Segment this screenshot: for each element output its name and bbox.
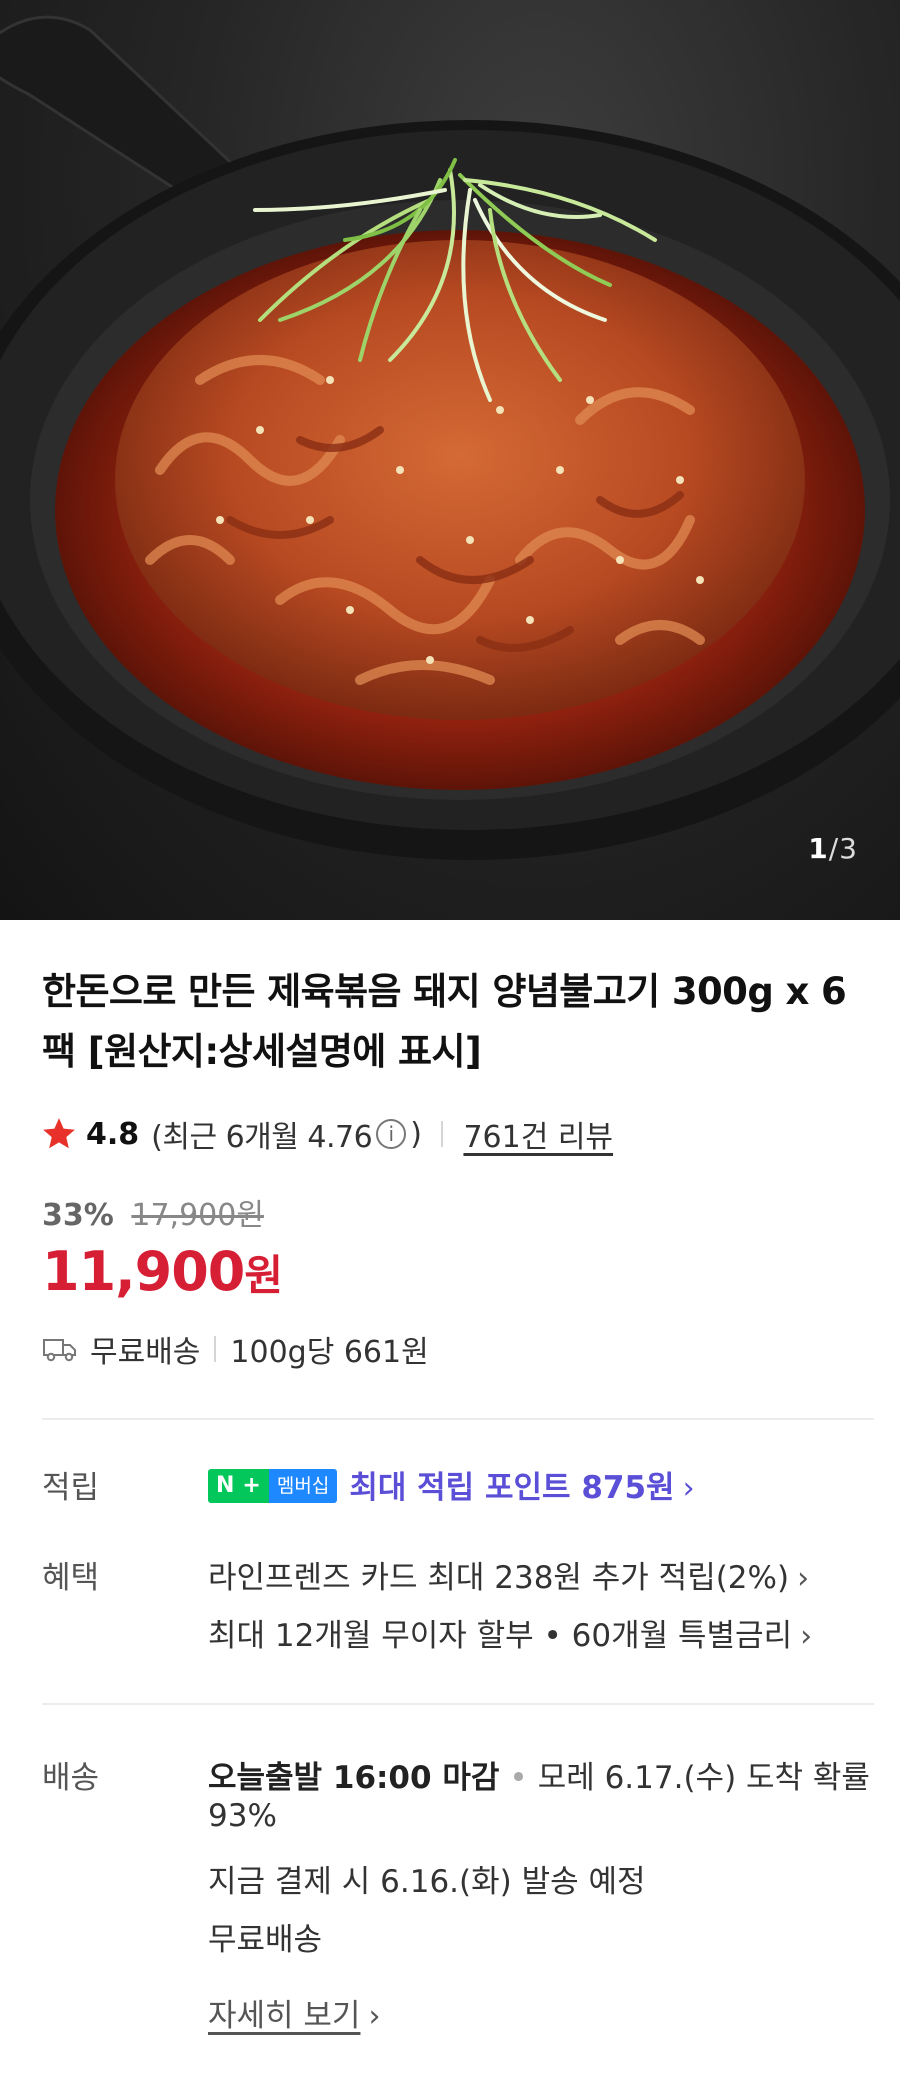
arrival-estimate: 모레 6.17.(수) 도착 확률: [537, 1760, 870, 1796]
truck-icon: [43, 1339, 76, 1362]
free-shipping-text: 무료배송: [90, 1335, 201, 1370]
points-label: 적립: [42, 1470, 100, 1506]
image-page-indicator: 1/3: [808, 832, 858, 865]
currency-unit: 원: [244, 1251, 284, 1300]
today-dispatch: 오늘출발 16:00 마감: [208, 1760, 500, 1796]
delivery-detail-row[interactable]: 자세히 보기 ›: [208, 1990, 380, 2035]
section-divider: [42, 1418, 874, 1420]
delivery-fee: 무료배송: [208, 1922, 323, 1958]
product-title: 한돈으로 만든 제육볶음 돼지 양념불고기 300g x 6팩 [원산지:상세설…: [42, 970, 847, 1073]
max-points-text: 최대 적립 포인트 875원: [349, 1470, 675, 1506]
chevron-right-icon: ›: [682, 1471, 695, 1506]
product-image-gallery[interactable]: 1/3: [0, 0, 900, 920]
benefits-label: 혜택: [42, 1560, 100, 1596]
rating-score: 4.8: [86, 1116, 140, 1152]
original-price: 17,900원: [131, 1198, 264, 1233]
current-page: 1: [808, 832, 829, 865]
info-icon[interactable]: i: [376, 1119, 407, 1149]
total-pages: 3: [839, 832, 858, 865]
chevron-right-icon: ›: [800, 1619, 813, 1654]
discount-rate: 33%: [42, 1198, 114, 1233]
card-benefit-text: 라인프렌즈 카드 최대 238원 추가 적립(2%): [208, 1560, 790, 1596]
delivery-label: 배송: [42, 1760, 100, 1796]
star-icon: [43, 1118, 75, 1149]
unit-price: 100g당 661원: [230, 1335, 429, 1370]
view-details-link[interactable]: 자세히 보기: [208, 1998, 360, 2034]
recent-rating: (최근 6개월 4.76: [151, 1120, 373, 1155]
divider: [441, 1121, 444, 1147]
installment-row[interactable]: 최대 12개월 무이자 할부 • 60개월 특별금리 ›: [208, 1610, 812, 1655]
chevron-right-icon: ›: [797, 1561, 810, 1596]
divider: [214, 1336, 217, 1362]
card-benefit-row[interactable]: 라인프렌즈 카드 최대 238원 추가 적립(2%) ›: [208, 1552, 809, 1597]
section-divider: [42, 1703, 874, 1705]
ship-date: 지금 결제 시 6.16.(화) 발송 예정: [208, 1864, 646, 1900]
sale-price: 11,900원: [42, 1240, 283, 1303]
delivery-line-1: 오늘출발 16:00 마감 • 모레 6.17.(수) 도착 확률: [208, 1760, 870, 1796]
discount-row: 33% 17,900원: [42, 1190, 264, 1234]
product-photo: [0, 15, 900, 860]
naver-membership-badge: N + 멤버십: [208, 1468, 338, 1503]
installment-text: 최대 12개월 무이자 할부 • 60개월 특별금리: [208, 1618, 793, 1654]
chevron-right-icon: ›: [368, 1999, 381, 2034]
review-count-link[interactable]: 761건 리뷰: [463, 1112, 613, 1156]
points-row[interactable]: N + 멤버십 최대 적립 포인트 875원 ›: [208, 1462, 695, 1507]
sale-price-value: 11,900: [42, 1240, 245, 1303]
shipping-summary: 무료배송 100g당 661원: [42, 1327, 429, 1371]
arrival-probability: 93%: [208, 1798, 277, 1834]
rating-row: 4.8 (최근 6개월 4.76 i ) 761건 리뷰: [40, 1113, 613, 1155]
